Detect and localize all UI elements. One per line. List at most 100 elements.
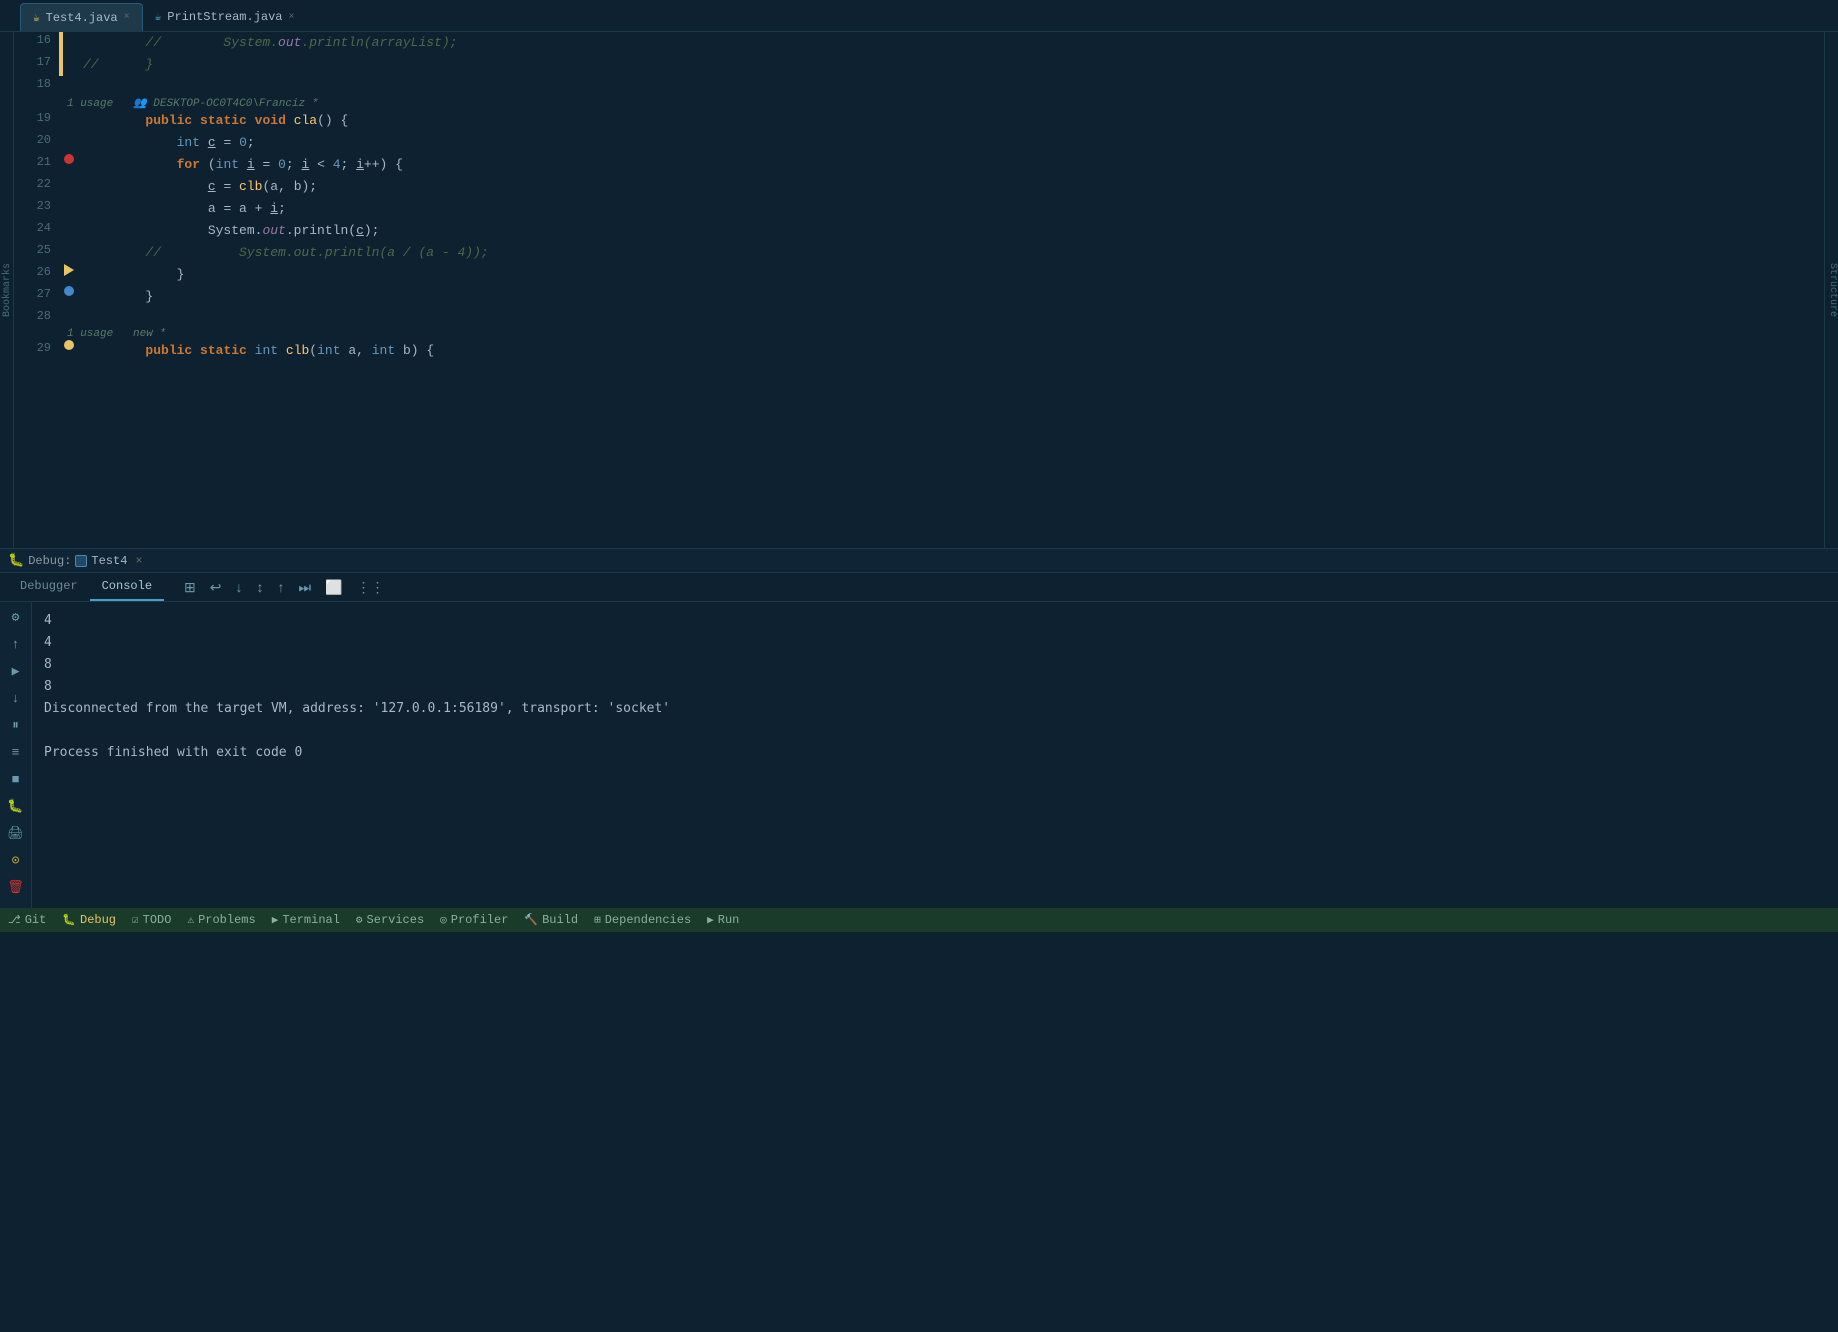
line-num-21: 21 [14, 154, 59, 169]
debug-side-down[interactable]: ↓ [6, 691, 26, 706]
bookmarks-sidebar[interactable]: Bookmarks [0, 32, 14, 548]
debug-side-circle[interactable]: ⊙ [6, 853, 26, 868]
status-build-label: Build [542, 913, 578, 927]
breakpoint-29[interactable] [64, 340, 74, 350]
debug-side-print[interactable]: 🖨 [6, 826, 26, 841]
tab-printstream-close[interactable]: × [289, 12, 295, 23]
dependencies-icon: ⊞ [594, 913, 601, 927]
editor-area: Bookmarks 16 // System.out.println(array… [0, 32, 1838, 548]
line-content-23[interactable]: a = a + i; [79, 198, 1824, 220]
line-ind-29 [59, 340, 79, 350]
debug-close-btn[interactable]: × [135, 554, 142, 568]
layout-btn[interactable]: ⊞ [180, 577, 200, 598]
run-config-label: Test4 [91, 554, 127, 568]
customize-btn[interactable]: ⋮⋮ [353, 577, 389, 598]
code-line-18: 18 [14, 76, 1824, 96]
status-profiler[interactable]: ◎ Profiler [440, 913, 508, 927]
tab-printstream[interactable]: ☕ PrintStream.java × [143, 3, 307, 31]
code-line-17: 17 // } [14, 54, 1824, 76]
usage-hint-29: 1 usage new * [67, 328, 166, 340]
status-problems[interactable]: ⚠ Problems [187, 913, 255, 927]
run-config-icon [75, 555, 87, 567]
step-out-btn[interactable]: ↕ [253, 577, 268, 597]
line-num-24: 24 [14, 220, 59, 235]
eval-btn[interactable]: ⬜ [321, 577, 346, 598]
console-line-2: 4 [44, 632, 1826, 654]
status-git[interactable]: ⎇ Git [8, 913, 46, 927]
debug-side-wrap[interactable]: ≡ [6, 745, 26, 760]
step-over-btn[interactable]: ↩ [206, 577, 226, 598]
code-line-16: 16 // System.out.println(arrayList); [14, 32, 1824, 54]
status-services[interactable]: ⚙ Services [356, 913, 424, 927]
breakpoint-21[interactable] [64, 154, 74, 164]
tab-console[interactable]: Console [90, 573, 164, 601]
step-up-btn[interactable]: ↑ [274, 577, 289, 597]
build-icon: 🔨 [524, 913, 538, 927]
status-terminal-label: Terminal [282, 913, 340, 927]
structure-sidebar[interactable]: Structure [1824, 32, 1838, 548]
tab-bar: ☕ Test4.java × ☕ PrintStream.java × [0, 0, 1838, 32]
status-todo[interactable]: ☑ TODO [132, 913, 171, 927]
run-icon: ▶ [707, 913, 714, 927]
line-content-21[interactable]: for (int i = 0; i < 4; i++) { [79, 154, 1824, 176]
line-ind-27 [59, 286, 79, 296]
debug-tab-toolbar-row: Debugger Console ⊞ ↩ ↓ ↕ ↑ ⏭ ⬜ ⋮⋮ [0, 573, 1838, 602]
console-line-5: Disconnected from the target VM, address… [44, 698, 1826, 720]
run-cursor-btn[interactable]: ⏭ [295, 577, 316, 598]
line-content-17[interactable]: // } [79, 54, 1824, 76]
line-content-28[interactable] [79, 308, 1824, 310]
line-content-22[interactable]: c = clb(a, b); [79, 176, 1824, 198]
debug-side-up[interactable]: ↑ [6, 637, 26, 652]
line-num-16: 16 [14, 32, 59, 47]
debug-status-icon: 🐛 [62, 913, 76, 927]
java-icon-test4: ☕ [33, 11, 40, 25]
code-line-21: 21 for (int i = 0; i < 4; i++) { [14, 154, 1824, 176]
status-problems-label: Problems [198, 913, 256, 927]
line-num-25: 25 [14, 242, 59, 257]
debug-side-stop[interactable]: ■ [6, 772, 26, 787]
line-content-26[interactable]: } [79, 264, 1824, 286]
console-line-7: Process finished with exit code 0 [44, 742, 1826, 764]
debug-side-settings[interactable]: ⚙ [6, 610, 26, 625]
code-line-26: 26 } [14, 264, 1824, 286]
code-line-22: 22 c = clb(a, b); [14, 176, 1824, 198]
line-content-29[interactable]: public static int clb(int a, int b) { [79, 340, 1824, 362]
status-run[interactable]: ▶ Run [707, 913, 739, 927]
line-content-27[interactable]: } [79, 286, 1824, 308]
status-dependencies[interactable]: ⊞ Dependencies [594, 913, 691, 927]
tab-debugger[interactable]: Debugger [8, 573, 90, 601]
tab-test4-close[interactable]: × [124, 12, 130, 23]
code-line-19: 19 public static void cla() { [14, 110, 1824, 132]
line-num-23: 23 [14, 198, 59, 213]
status-debug-label: Debug [80, 913, 116, 927]
debug-side-play[interactable]: ▶ [6, 664, 26, 679]
debug-tab-bar: Debugger Console [0, 573, 172, 601]
debug-side-pause[interactable]: ⏸ [6, 718, 26, 733]
terminal-icon: ▶ [272, 913, 279, 927]
line-content-24[interactable]: System.out.println(c); [79, 220, 1824, 242]
debug-run-config: Test4 [75, 554, 127, 568]
status-build[interactable]: 🔨 Build [524, 913, 578, 927]
line-content-16[interactable]: // System.out.println(arrayList); [79, 32, 1824, 54]
debug-left-sidebar: ⚙ ↑ ▶ ↓ ⏸ ≡ ■ 🐛 🖨 ⊙ 🗑 ··· [0, 602, 32, 908]
debug-side-bug[interactable]: 🐛 [6, 799, 26, 814]
profiler-icon: ◎ [440, 913, 447, 927]
console-output: 4 4 8 8 Disconnected from the target VM,… [32, 602, 1838, 908]
step-into-btn[interactable]: ↓ [232, 577, 247, 597]
tab-test4[interactable]: ☕ Test4.java × [20, 3, 143, 31]
line-content-20[interactable]: int c = 0; [79, 132, 1824, 154]
line-content-18[interactable] [79, 76, 1824, 78]
code-line-27: 27 } [14, 286, 1824, 308]
problems-icon: ⚠ [187, 913, 194, 927]
breakpoint-27[interactable] [64, 286, 74, 296]
debug-container: ⚙ ↑ ▶ ↓ ⏸ ≡ ■ 🐛 🖨 ⊙ 🗑 ··· 4 4 8 8 Discon… [0, 602, 1838, 908]
status-bar: ⎇ Git 🐛 Debug ☑ TODO ⚠ Problems ▶ Termin… [0, 908, 1838, 932]
line-num-20: 20 [14, 132, 59, 147]
line-content-25[interactable]: // System.out.println(a / (a - 4)); [79, 242, 1824, 264]
debug-side-trash[interactable]: 🗑 [6, 880, 26, 895]
line-content-19[interactable]: public static void cla() { [79, 110, 1824, 132]
code-line-24: 24 System.out.println(c); [14, 220, 1824, 242]
status-debug[interactable]: 🐛 Debug [62, 913, 116, 927]
status-terminal[interactable]: ▶ Terminal [272, 913, 340, 927]
line-num-29: 29 [14, 340, 59, 355]
